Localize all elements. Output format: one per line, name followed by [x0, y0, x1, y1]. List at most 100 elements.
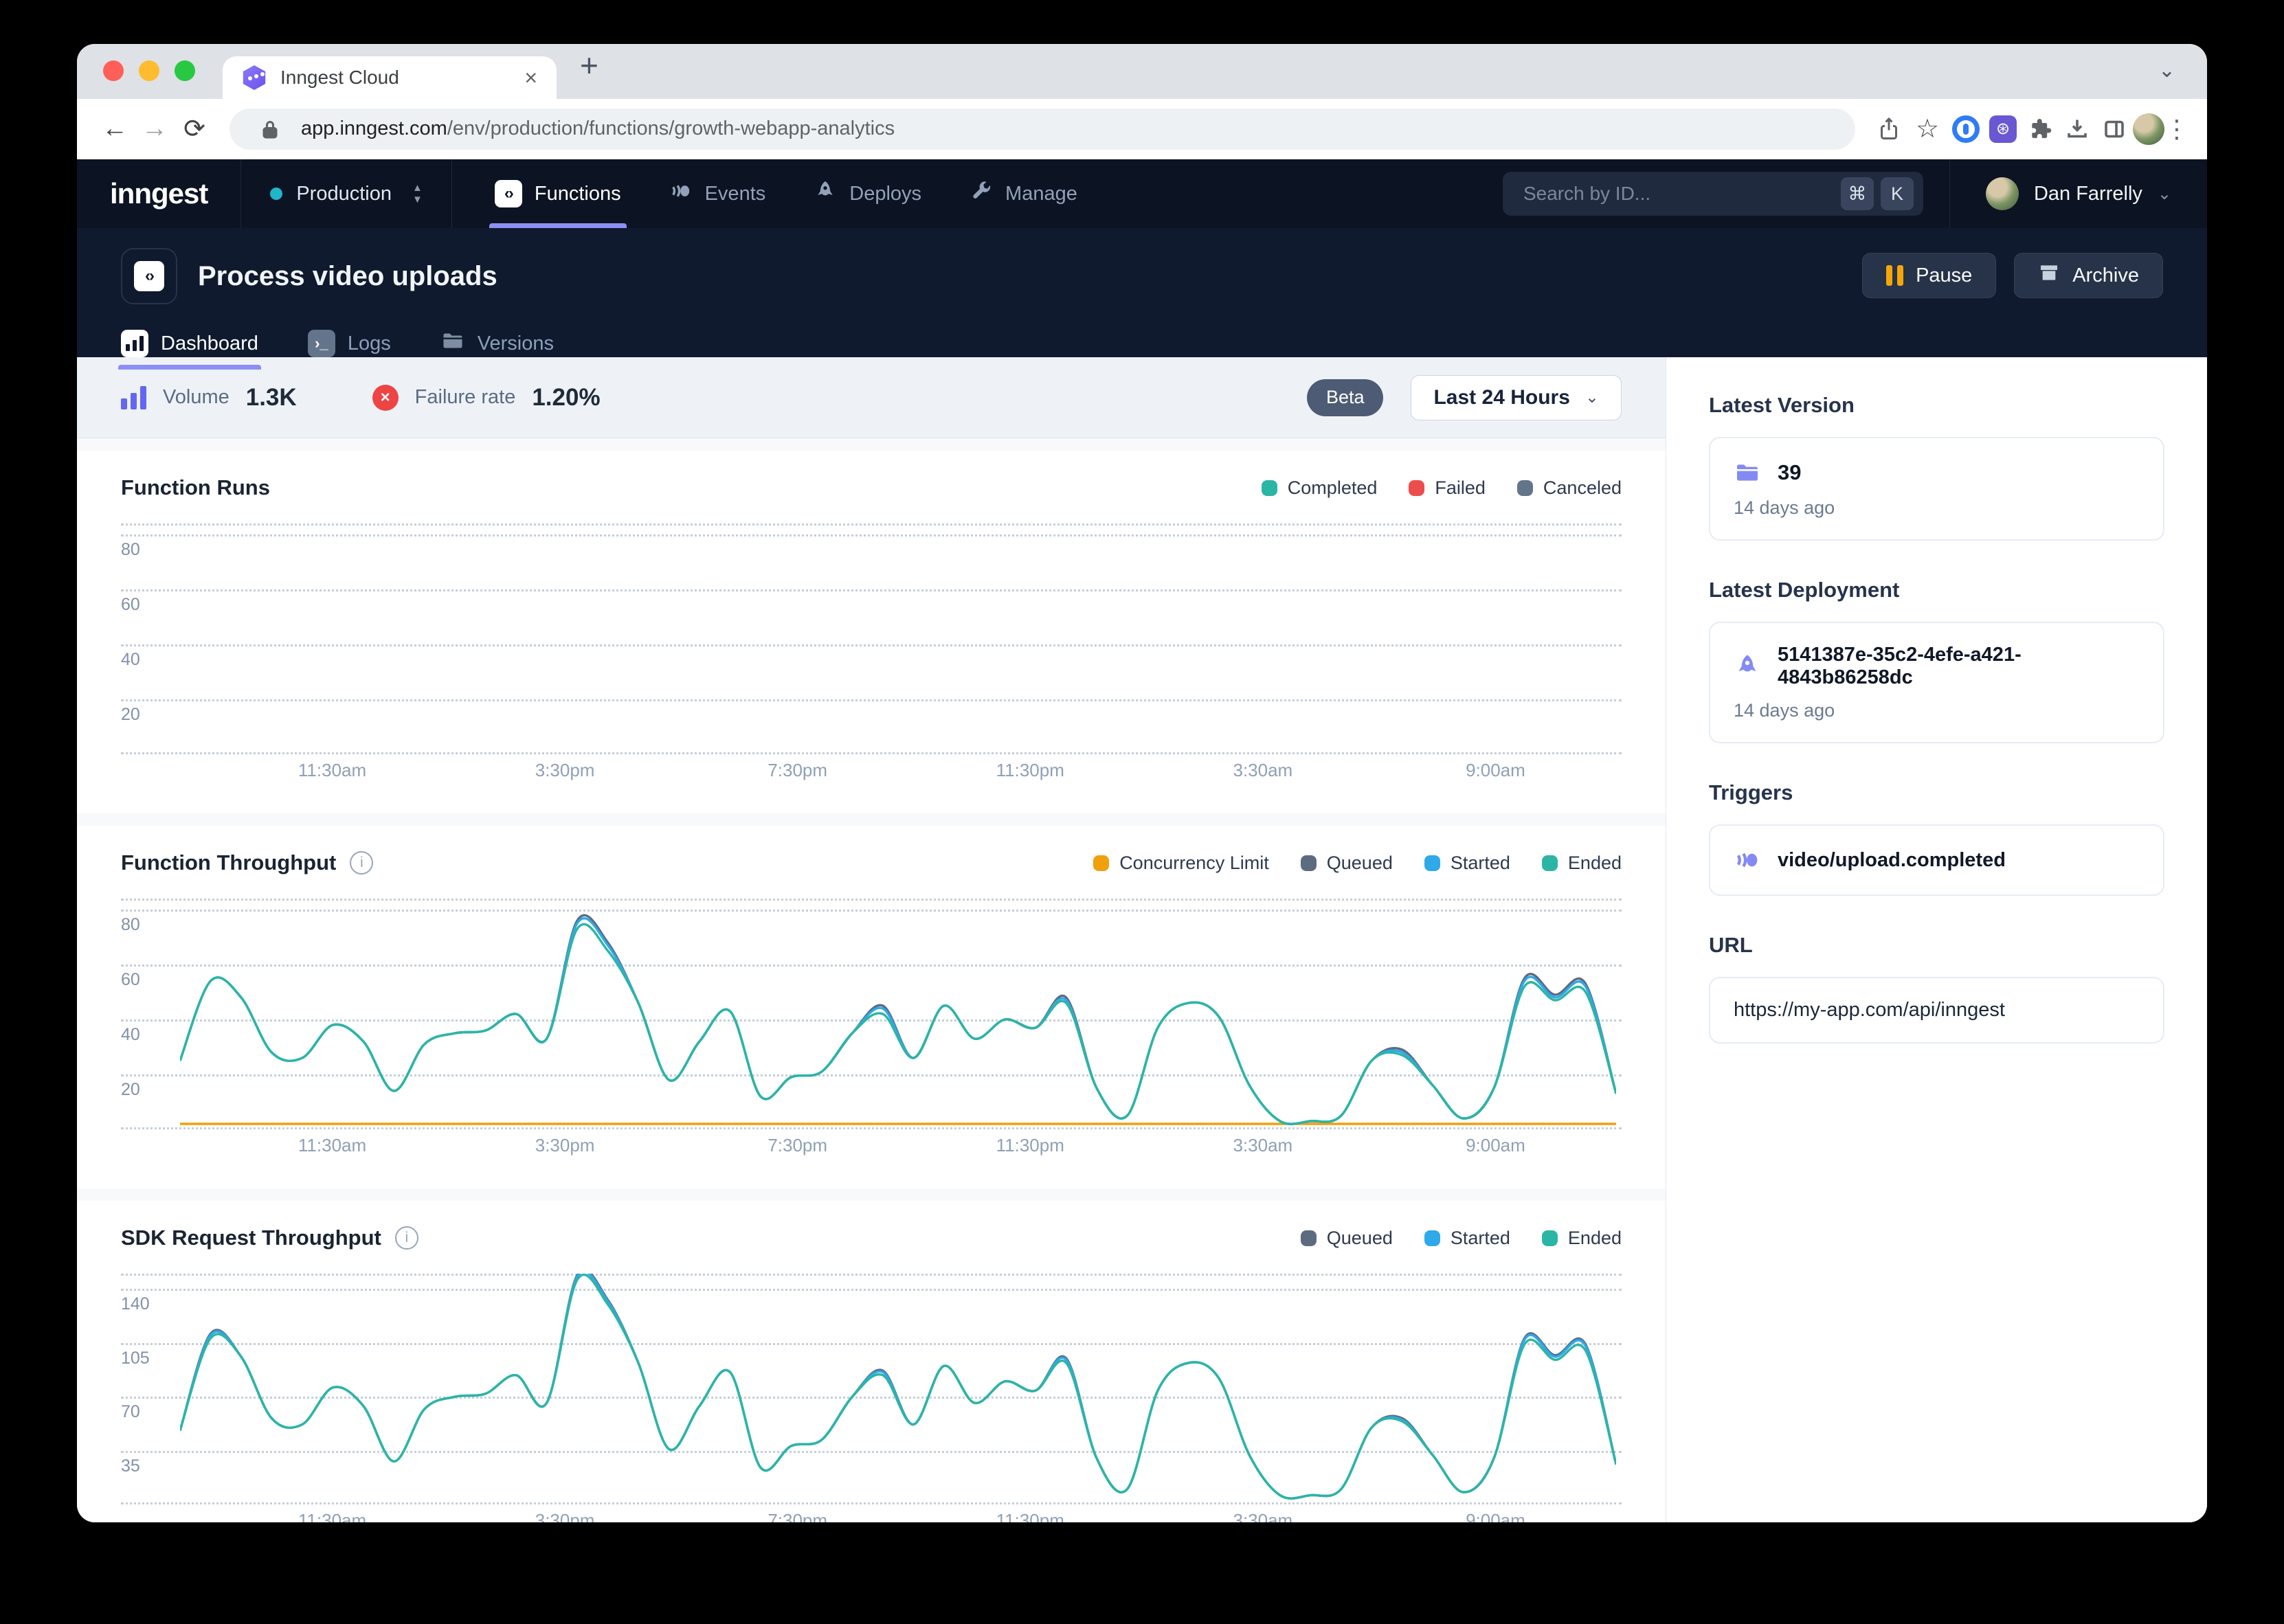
x-axis-label: 9:00am [1466, 1135, 1525, 1156]
x-axis-label: 11:30am [298, 1510, 366, 1522]
beta-badge: Beta [1307, 379, 1384, 416]
url-card[interactable]: https://my-app.com/api/inngest [1709, 977, 2164, 1044]
inngest-logo[interactable]: inngest [77, 159, 241, 228]
failure-x-icon: × [372, 385, 399, 411]
search-input[interactable]: Search by ID... ⌘ K [1503, 172, 1923, 216]
browser-tab[interactable]: Inngest Cloud × [223, 56, 557, 99]
x-axis-label: 9:00am [1466, 1510, 1525, 1522]
browser-window: Inngest Cloud × + ⌄ ← → ⟳ app.inngest.co… [77, 44, 2207, 1522]
bookmark-star-icon[interactable]: ☆ [1907, 113, 1947, 144]
legend-item: Queued [1301, 853, 1393, 874]
x-axis-labels: 11:30am3:30pm7:30pm11:30pm3:30am9:00am [180, 760, 1616, 797]
tab-search-chevron-icon[interactable]: ⌄ [2158, 58, 2175, 82]
puzzle-extensions-icon[interactable] [2022, 117, 2059, 142]
new-tab-button[interactable]: + [580, 49, 598, 81]
archive-button[interactable]: Archive [2014, 253, 2163, 298]
y-axis-label: 60 [121, 965, 140, 990]
back-button[interactable]: ← [95, 114, 135, 144]
function-runs-chart: 20406080 [121, 523, 1622, 754]
failure-rate-stat: × Failure rate 1.20% [372, 384, 601, 411]
x-axis-label: 3:30pm [535, 1135, 595, 1156]
close-window-button[interactable] [103, 60, 124, 81]
nav-item-deploys[interactable]: Deploys [814, 159, 921, 228]
series-line-started [180, 918, 1616, 1125]
latest-version-card[interactable]: 39 14 days ago [1709, 437, 2164, 541]
legend-swatch-icon [1262, 480, 1277, 496]
page-title: Process video uploads [198, 261, 497, 292]
latest-deployment-title: Latest Deployment [1709, 578, 2164, 602]
user-chevron-down-icon: ⌄ [2158, 184, 2171, 204]
browser-tab-strip: Inngest Cloud × + ⌄ [77, 44, 2207, 99]
legend-swatch-icon [1517, 480, 1533, 496]
close-tab-icon[interactable]: × [524, 65, 537, 91]
browser-menu-icon[interactable]: ⋮ [2164, 115, 2189, 144]
primary-nav: ‹› Functions Events Deploys Manage [452, 159, 1503, 228]
rocket-icon [814, 179, 837, 208]
y-axis-label: 80 [121, 910, 140, 935]
volume-bars-icon [121, 386, 146, 409]
purple-extension-icon[interactable]: ⊛ [1984, 115, 2022, 143]
info-icon[interactable]: i [350, 851, 373, 875]
user-menu[interactable]: Dan Farrelly ⌄ [1949, 159, 2207, 228]
maximize-window-button[interactable] [175, 60, 195, 81]
y-axis-label: 35 [121, 1451, 140, 1476]
dashboard-content: Volume 1.3K × Failure rate 1.20% Beta La… [77, 357, 1666, 1522]
downloads-icon[interactable] [2059, 117, 2096, 142]
nav-item-manage[interactable]: Manage [970, 159, 1077, 228]
search-placeholder: Search by ID... [1523, 183, 1834, 205]
y-axis-label: 40 [121, 644, 140, 670]
legend-swatch-icon [1424, 855, 1440, 871]
legend-swatch-icon [1301, 855, 1317, 871]
cmd-key: ⌘ [1841, 177, 1874, 210]
function-badge-icon: ‹› [121, 248, 177, 304]
y-axis-label: 70 [121, 1397, 140, 1422]
version-time: 14 days ago [1734, 497, 2140, 519]
reload-button[interactable]: ⟳ [175, 113, 214, 144]
tab-versions[interactable]: Versions [440, 317, 554, 370]
trigger-card[interactable]: video/upload.completed [1709, 824, 2164, 896]
side-panel-icon[interactable] [2096, 117, 2133, 142]
environment-chevrons-icon: ▲▼ [412, 183, 423, 205]
legend-item: Concurrency Limit [1093, 853, 1269, 874]
browser-profile-avatar[interactable] [2133, 113, 2164, 145]
function-throughput-legend: Concurrency LimitQueuedStartedEnded [1093, 853, 1622, 874]
onepassword-extension-icon[interactable] [1947, 115, 1984, 143]
legend-item: Failed [1409, 477, 1486, 499]
minimize-window-button[interactable] [139, 60, 159, 81]
y-axis-label: 60 [121, 589, 140, 615]
pause-button[interactable]: Pause [1862, 253, 1996, 298]
versions-folder-icon [440, 328, 465, 359]
y-axis-label: 20 [121, 699, 140, 725]
nav-item-events[interactable]: Events [669, 159, 766, 228]
chart-title: SDK Request Throughput [121, 1226, 381, 1250]
series-line-queued [180, 915, 1616, 1124]
nav-item-functions[interactable]: ‹› Functions [495, 159, 621, 228]
sdk-throughput-card: SDK Request Throughput i QueuedStartedEn… [77, 1201, 1666, 1522]
time-range-dropdown[interactable]: Last 24 Hours ⌄ [1411, 375, 1622, 420]
function-url: https://my-app.com/api/inngest [1734, 999, 2140, 1022]
latest-version-title: Latest Version [1709, 393, 2164, 418]
legend-swatch-icon [1542, 1230, 1558, 1246]
info-icon[interactable]: i [395, 1226, 418, 1250]
trigger-name: video/upload.completed [1778, 849, 2006, 872]
tab-logs[interactable]: ›_ Logs [308, 317, 391, 370]
x-axis-label: 7:30pm [768, 760, 827, 781]
x-axis-label: 3:30pm [535, 760, 595, 781]
function-header: ‹› Process video uploads Pause Archive D… [77, 228, 2207, 357]
legend-item: Completed [1262, 477, 1378, 499]
address-bar[interactable]: app.inngest.com/env/production/functions… [229, 109, 1855, 150]
wrench-icon [970, 179, 993, 208]
chart-title: Function Runs [121, 475, 270, 500]
forward-button[interactable]: → [135, 114, 175, 144]
x-axis-label: 7:30pm [768, 1510, 827, 1522]
tab-dashboard[interactable]: Dashboard [121, 317, 258, 370]
latest-deployment-card[interactable]: 5141387e-35c2-4efe-a421-4843b86258dc 14 … [1709, 622, 2164, 743]
app-navbar: inngest Production ▲▼ ‹› Functions Event… [77, 159, 2207, 228]
share-icon[interactable] [1870, 117, 1907, 142]
url-path: /env/production/functions/growth-webapp-… [447, 117, 895, 139]
functions-code-icon: ‹› [495, 180, 522, 207]
x-axis-label: 9:00am [1466, 760, 1525, 781]
environment-selector[interactable]: Production ▲▼ [241, 159, 452, 228]
series-line-ended [180, 924, 1616, 1124]
environment-label: Production [296, 183, 392, 205]
